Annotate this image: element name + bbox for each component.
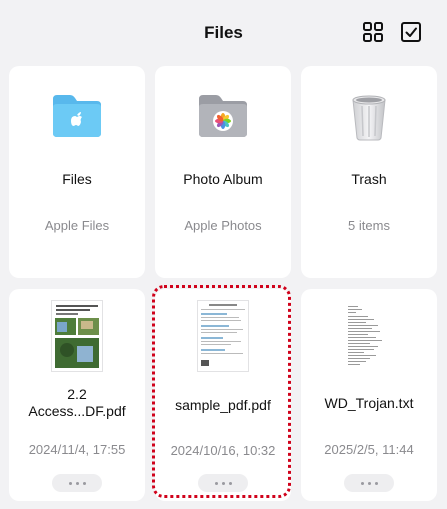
grid-view-button[interactable] [362, 21, 386, 45]
select-button[interactable] [400, 21, 424, 45]
photos-folder-icon [155, 86, 291, 146]
more-options-button[interactable] [344, 474, 394, 492]
txt-thumbnail [301, 299, 437, 373]
more-dot [82, 481, 86, 485]
checkbox-select-icon [401, 22, 421, 42]
file-card-selected[interactable]: sample_pdf.pdf 2024/10/16, 10:32 [155, 289, 291, 501]
location-subtitle: 5 items [348, 218, 390, 233]
top-bar: Files [0, 0, 447, 64]
more-dot [75, 481, 79, 485]
more-options-button[interactable] [198, 474, 248, 492]
folder-icon [9, 86, 145, 146]
file-name: sample_pdf.pdf [175, 397, 271, 413]
file-card[interactable]: WD_Trojan.txt 2025/2/5, 11:44 [301, 289, 437, 501]
more-dot [374, 481, 378, 485]
location-name: Trash [351, 171, 387, 187]
file-date: 2025/2/5, 11:44 [324, 442, 414, 457]
file-date: 2024/10/16, 10:32 [170, 443, 276, 458]
file-date: 2024/11/4, 17:55 [28, 442, 126, 457]
file-card[interactable]: 2.2 Access...DF.pdf 2024/11/4, 17:55 [9, 289, 145, 501]
trash-icon [301, 86, 437, 146]
more-dot [360, 481, 364, 485]
file-name: 2.2 Access...DF.pdf [28, 386, 126, 419]
pdf-thumbnail [9, 299, 145, 373]
location-subtitle: Apple Photos [184, 218, 262, 233]
pdf-thumbnail [155, 299, 291, 373]
location-name: Photo Album [183, 171, 263, 187]
location-subtitle: Apple Files [44, 218, 110, 233]
more-dot [221, 481, 225, 485]
file-name: WD_Trojan.txt [324, 395, 414, 411]
more-dot [367, 481, 371, 485]
more-dot [214, 481, 218, 485]
location-name: Files [62, 171, 92, 187]
location-card-trash[interactable]: Trash 5 items [301, 66, 437, 278]
more-dot [228, 481, 232, 485]
more-dot [68, 481, 72, 485]
grid-view-icon [363, 22, 383, 42]
location-card-files[interactable]: Files Apple Files [9, 66, 145, 278]
location-card-photo-album[interactable]: Photo Album Apple Photos [155, 66, 291, 278]
more-options-button[interactable] [52, 474, 102, 492]
